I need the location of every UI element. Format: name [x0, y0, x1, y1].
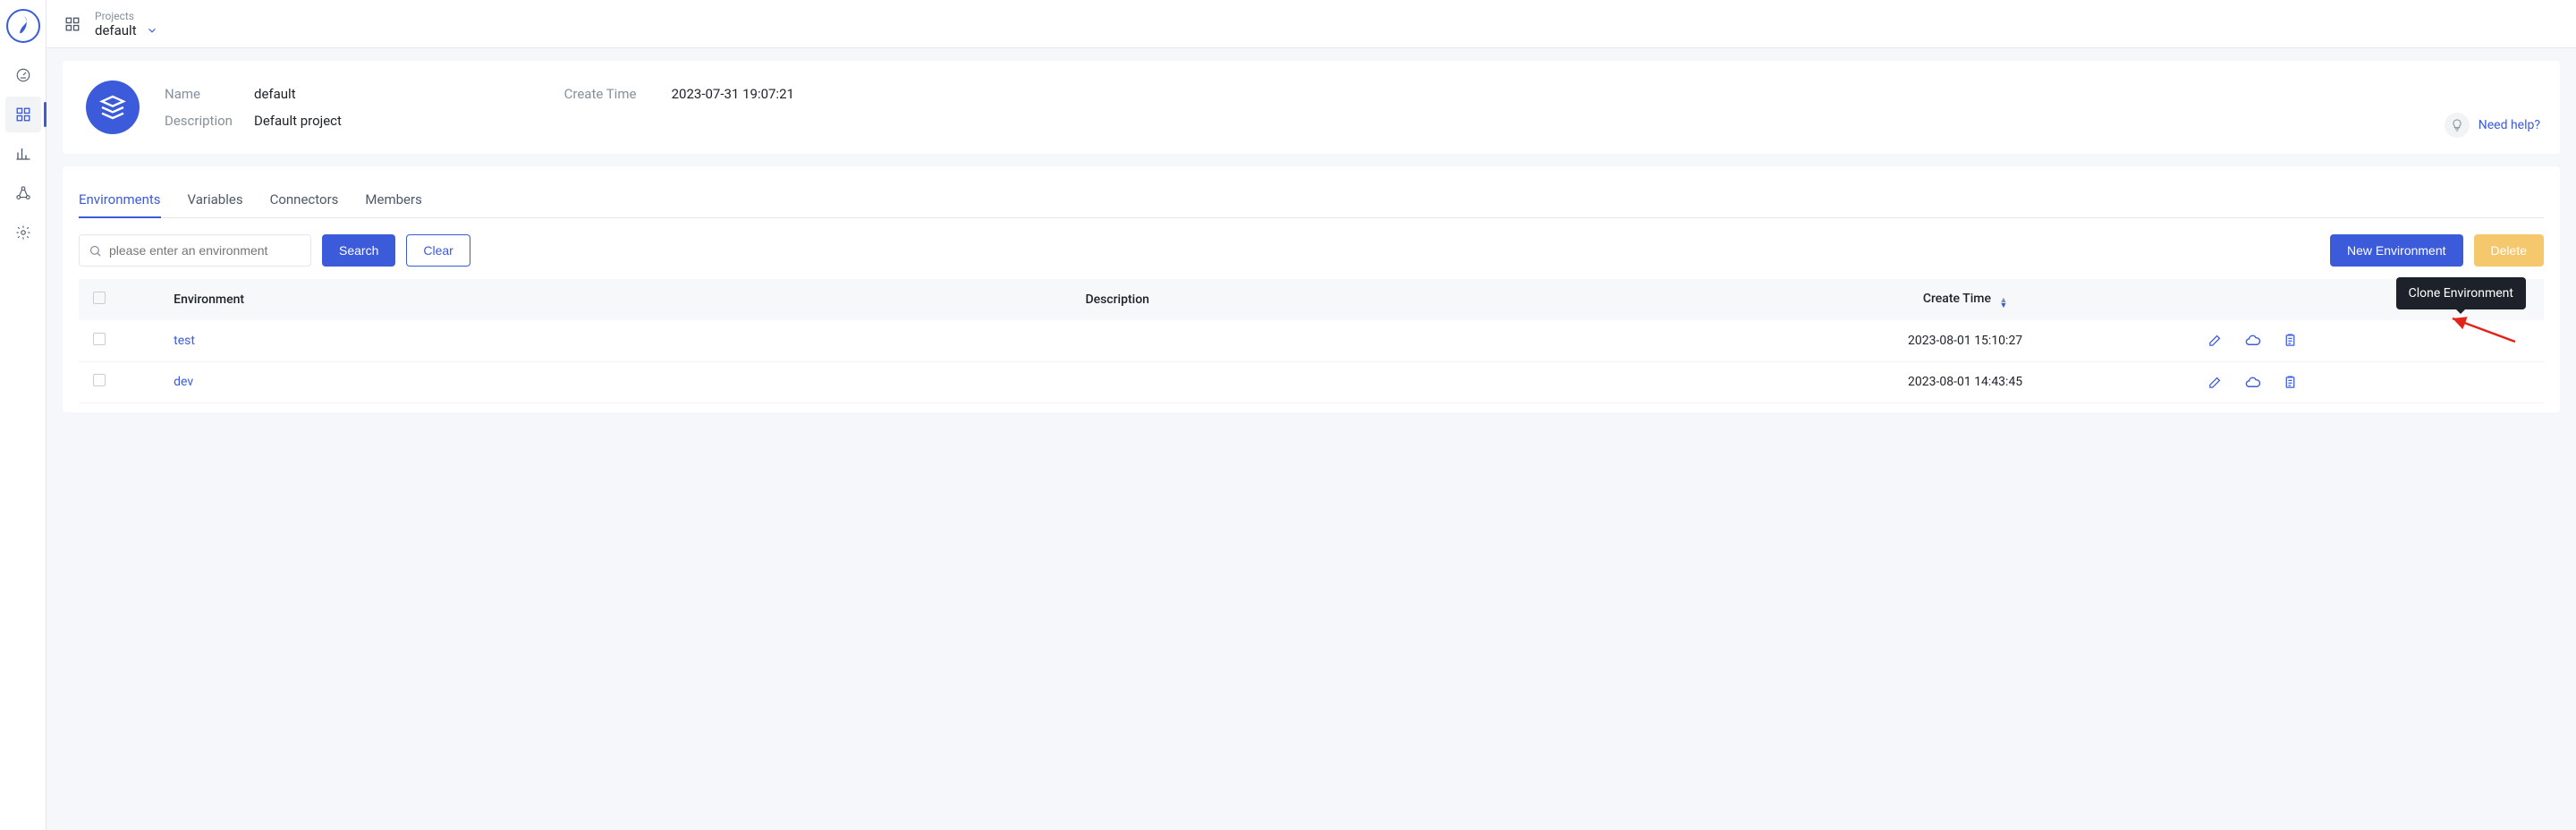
project-header-card: Name default Create Time 2023-07-31 19:0…: [63, 61, 2560, 154]
table-row: test 2023-08-01 15:10:27: [79, 320, 2544, 361]
toolbar: Search Clear New Environment Delete: [79, 234, 2544, 267]
delete-button[interactable]: Delete: [2474, 234, 2544, 267]
select-all-checkbox[interactable]: [93, 292, 106, 304]
row-checkbox[interactable]: [93, 333, 106, 345]
project-selector[interactable]: Projects default: [95, 10, 158, 38]
project-name: default: [95, 22, 137, 38]
clear-button[interactable]: Clear: [406, 234, 470, 267]
projects-label: Projects: [95, 10, 158, 22]
edit-icon[interactable]: [2207, 333, 2223, 348]
sidebar-item-dashboard[interactable]: [5, 57, 41, 93]
tab-connectors[interactable]: Connectors: [270, 182, 339, 217]
row-create-time: 2023-08-01 15:10:27: [1737, 320, 2193, 361]
need-help-link[interactable]: Need help?: [2445, 113, 2540, 138]
description-value: Default project: [254, 113, 342, 129]
description-label: Description: [165, 113, 254, 129]
edit-icon[interactable]: [2207, 375, 2223, 390]
search-button[interactable]: Search: [322, 234, 395, 267]
search-icon: [89, 244, 102, 258]
app-logo: [6, 9, 40, 43]
tabs: Environments Variables Connectors Member…: [79, 182, 2544, 218]
tab-members[interactable]: Members: [365, 182, 421, 217]
clipboard-icon[interactable]: [2283, 375, 2298, 390]
tab-variables[interactable]: Variables: [188, 182, 243, 217]
row-create-time: 2023-08-01 14:43:45: [1737, 361, 2193, 402]
annotation-arrow: [2445, 315, 2517, 343]
cloud-icon[interactable]: [2244, 332, 2261, 349]
tab-environments[interactable]: Environments: [79, 182, 161, 218]
col-environment: Environment: [159, 279, 1071, 320]
project-layers-icon: [86, 80, 140, 134]
lightbulb-icon: [2445, 113, 2470, 138]
col-description: Description: [1071, 279, 1737, 320]
search-input[interactable]: [109, 243, 301, 258]
need-help-text: Need help?: [2479, 118, 2540, 132]
environment-link[interactable]: test: [174, 334, 195, 348]
environment-link[interactable]: dev: [174, 375, 193, 389]
sidebar-item-nodes[interactable]: [5, 175, 41, 211]
clipboard-icon[interactable]: [2283, 333, 2298, 348]
cloud-icon[interactable]: [2244, 374, 2261, 391]
sidebar-item-stats[interactable]: [5, 136, 41, 172]
row-description: [1071, 361, 1737, 402]
sort-icon: ▲▼: [1999, 298, 2007, 309]
table-row: dev 2023-08-01 14:43:45: [79, 361, 2544, 402]
name-label: Name: [165, 86, 254, 102]
new-environment-button[interactable]: New Environment: [2330, 234, 2463, 267]
sidebar-item-apps[interactable]: [5, 97, 41, 132]
col-create-time[interactable]: Create Time ▲▼: [1737, 279, 2193, 320]
row-description: [1071, 320, 1737, 361]
name-value: default: [254, 86, 296, 102]
row-checkbox[interactable]: [93, 374, 106, 386]
environments-table: Environment Description Create Time ▲▼ t…: [79, 279, 2544, 403]
sidebar-item-settings[interactable]: [5, 215, 41, 250]
create-time-label: Create Time: [564, 86, 654, 102]
topbar: Projects default: [47, 0, 2576, 48]
chevron-down-icon: [146, 24, 158, 37]
tooltip-clone-environment: Clone Environment: [2396, 277, 2526, 309]
search-box: [79, 234, 311, 267]
sidebar: [0, 0, 47, 830]
create-time-value: 2023-07-31 19:07:21: [672, 86, 794, 102]
apps-grid-icon[interactable]: [64, 16, 80, 32]
